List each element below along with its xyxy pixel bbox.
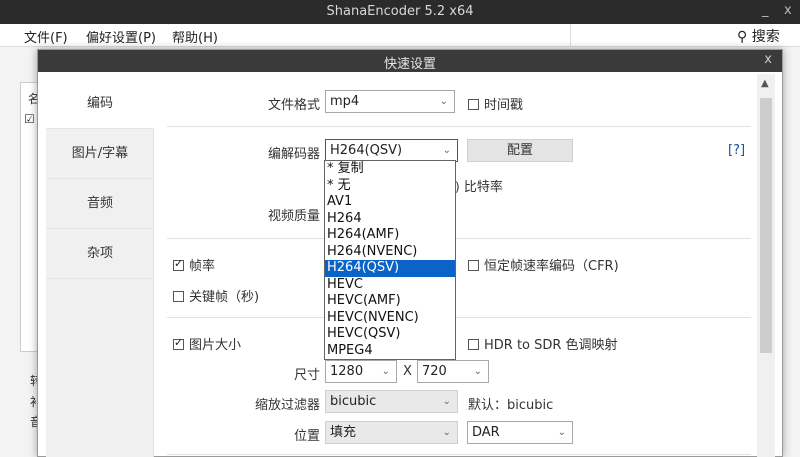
bitrate-option[interactable]: ) 比特率 <box>455 176 503 195</box>
checkbox-box <box>468 99 479 110</box>
height-value: 720 <box>422 364 447 379</box>
menu-preferences[interactable]: 偏好设置(P) <box>86 27 156 46</box>
background-checkbox: ☑ <box>24 112 35 126</box>
hdr-checkbox[interactable]: HDR to SDR 色调映射 <box>468 334 618 353</box>
dimension-label: 尺寸 <box>293 368 320 383</box>
minimize-button[interactable]: _ <box>762 3 769 18</box>
checkbox-box <box>173 257 184 271</box>
dialog-scrollbar[interactable]: ▲ <box>757 74 775 457</box>
search-label: 搜索 <box>751 29 780 45</box>
bitrate-label: 比特率 <box>463 180 503 195</box>
hdr-label: HDR to SDR 色调映射 <box>484 338 618 353</box>
codec-select[interactable]: H264(QSV) ⌄ <box>325 139 458 162</box>
position-label: 位置 <box>293 429 320 444</box>
format-label: 文件格式 <box>267 98 320 113</box>
cfr-label: 恒定帧速率编码（CFR) <box>484 259 619 274</box>
dialog-titlebar: 快速设置 x <box>38 50 782 72</box>
timestamp-checkbox[interactable]: 时间戳 <box>468 94 523 113</box>
scale-filter-label: 缩放过滤器 <box>254 398 320 413</box>
chevron-down-icon: ⌄ <box>442 396 451 407</box>
magnifier-icon: ⚲ <box>737 29 748 45</box>
search-button[interactable]: ⚲ 搜索 <box>737 26 780 46</box>
chevron-down-icon: ⌄ <box>381 366 390 377</box>
width-select[interactable]: 1280 ⌄ <box>325 360 397 383</box>
checkbox-box <box>173 291 184 302</box>
codec-option[interactable]: H264(QSV) <box>325 260 455 277</box>
dialog-content: 文件格式 mp4 ⌄ 时间戳 编解码器 H264(QSV) ⌄ 配置 [?] )… <box>155 72 757 457</box>
scale-filter-select[interactable]: bicubic ⌄ <box>325 390 458 413</box>
menu-help[interactable]: 帮助(H) <box>172 27 218 46</box>
close-window-button[interactable]: x <box>784 3 792 18</box>
chevron-down-icon: ⌄ <box>557 427 566 438</box>
cfr-checkbox[interactable]: 恒定帧速率编码（CFR) <box>468 255 619 274</box>
tab-audio[interactable]: 音频 <box>46 179 154 229</box>
aspect-value: DAR <box>472 425 500 440</box>
quality-label: 视频质量 <box>267 209 320 224</box>
dialog-close-button[interactable]: x <box>764 52 772 67</box>
tab-misc[interactable]: 杂项 <box>46 229 154 279</box>
help-link[interactable]: [?] <box>728 143 745 158</box>
keyframe-checkbox[interactable]: 关键帧（秒) <box>173 286 259 305</box>
position-value: 填充 <box>330 425 357 440</box>
checkbox-box <box>468 260 479 271</box>
chevron-down-icon: ⌄ <box>439 96 448 107</box>
divider <box>167 317 751 318</box>
keyframe-label: 关键帧（秒) <box>189 290 260 305</box>
search-input[interactable] <box>570 24 730 46</box>
codec-dropdown-list: * 复制 * 无 AV1 H264 H264(AMF) H264(NVENC) H264(Q… <box>324 160 456 360</box>
codec-option[interactable]: H264(NVENC) <box>325 244 455 261</box>
dimension-separator: X <box>403 364 412 379</box>
tab-image-subtitle[interactable]: 图片/字幕 <box>46 129 154 179</box>
framerate-checkbox[interactable]: 帧率 <box>173 255 215 274</box>
dialog-title: 快速设置 <box>383 57 436 72</box>
chevron-down-icon: ⌄ <box>442 145 451 156</box>
codec-label: 编解码器 <box>267 147 320 162</box>
timestamp-label: 时间戳 <box>484 98 524 113</box>
codec-option[interactable]: AV1 <box>325 194 455 211</box>
framerate-label: 帧率 <box>189 259 216 274</box>
width-value: 1280 <box>330 364 364 379</box>
divider <box>167 454 751 455</box>
divider <box>167 238 751 239</box>
divider <box>167 126 751 127</box>
codec-option[interactable]: HEVC(AMF) <box>325 293 455 310</box>
aspect-select[interactable]: DAR ⌄ <box>467 421 573 444</box>
scroll-up-icon[interactable]: ▲ <box>761 78 769 89</box>
checkbox-box <box>468 339 479 350</box>
height-select[interactable]: 720 ⌄ <box>417 360 489 383</box>
codec-option[interactable]: HEVC(QSV) <box>325 326 455 343</box>
chevron-down-icon: ⌄ <box>473 366 482 377</box>
image-size-checkbox[interactable]: 图片大小 <box>173 334 241 353</box>
format-value: mp4 <box>330 94 360 109</box>
codec-option[interactable]: HEVC(NVENC) <box>325 310 455 327</box>
position-select[interactable]: 填充 ⌄ <box>325 421 458 444</box>
scrollbar-thumb[interactable] <box>760 98 772 353</box>
codec-option[interactable]: H264(AMF) <box>325 227 455 244</box>
app-titlebar: ShanaEncoder 5.2 x64 _ x <box>0 0 800 24</box>
codec-option[interactable]: MPEG4 <box>325 343 455 360</box>
codec-option[interactable]: * 复制 <box>325 161 455 178</box>
config-button[interactable]: 配置 <box>467 139 573 162</box>
tab-encoding[interactable]: 编码 <box>46 79 154 129</box>
codec-option[interactable]: H264 <box>325 211 455 228</box>
app-title: ShanaEncoder 5.2 x64 <box>326 4 474 19</box>
menu-file[interactable]: 文件(F) <box>24 27 68 46</box>
codec-option[interactable]: HEVC <box>325 277 455 294</box>
codec-value: H264(QSV) <box>330 143 403 158</box>
format-select[interactable]: mp4 ⌄ <box>325 90 455 113</box>
image-size-label: 图片大小 <box>189 338 242 353</box>
checkbox-box <box>173 336 184 350</box>
default-filter-text: 默认：bicubic <box>468 398 554 413</box>
chevron-down-icon: ⌄ <box>442 427 451 438</box>
scale-filter-value: bicubic <box>330 394 377 409</box>
codec-option[interactable]: * 无 <box>325 178 455 195</box>
dialog-sidebar: 编码 图片/字幕 音频 杂项 <box>46 79 154 457</box>
